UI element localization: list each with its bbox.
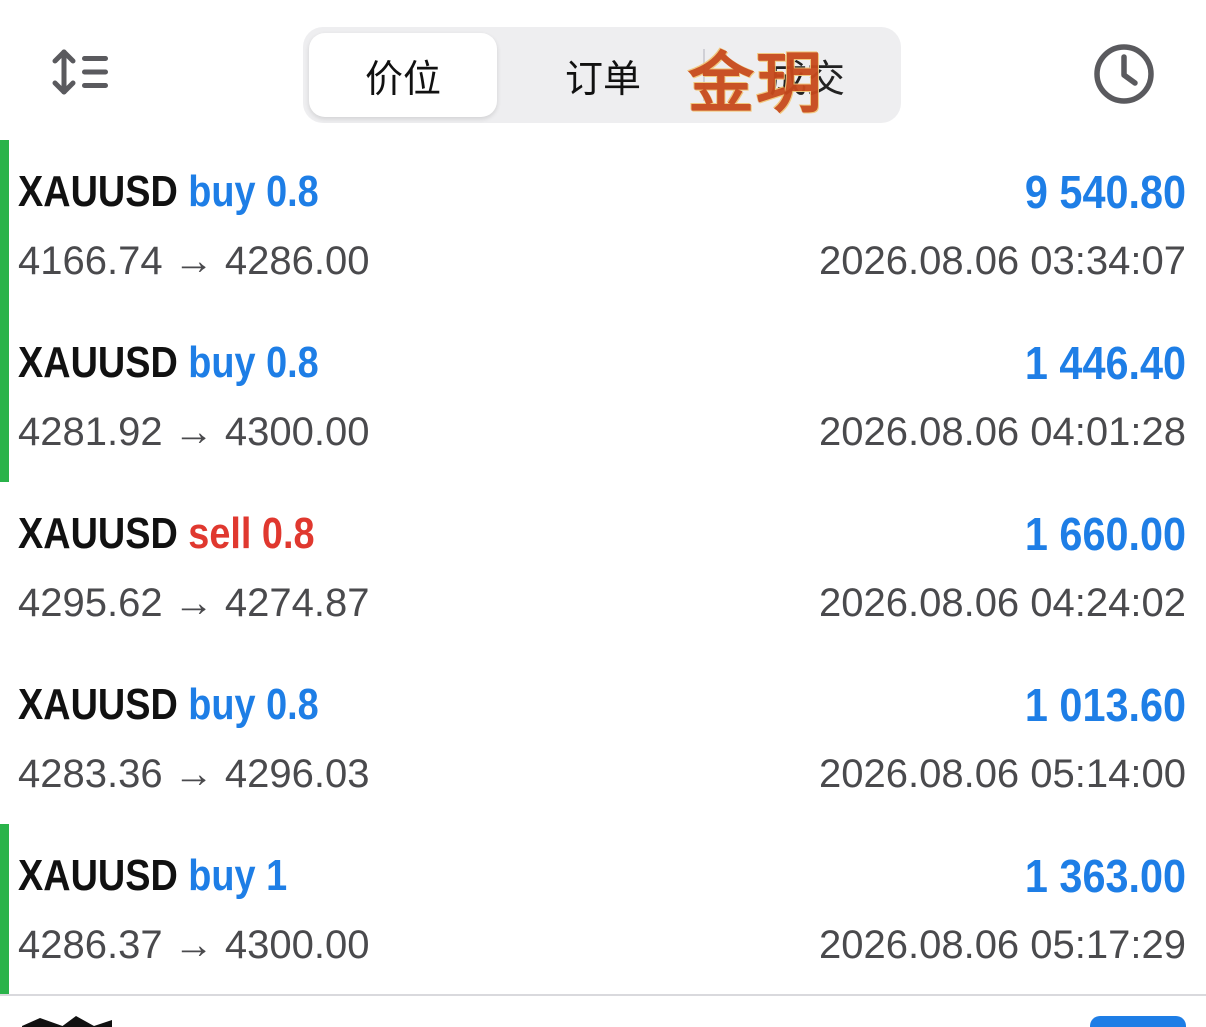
arrow-icon: → — [173, 239, 214, 283]
tab-orders[interactable]: 订单 — [523, 33, 683, 117]
deal-side-volume: buy 0.8 — [188, 338, 319, 387]
deal-indicator-bar — [0, 140, 9, 311]
deal-indicator-bar — [0, 311, 9, 482]
arrow-icon: → — [173, 581, 214, 625]
partial-row-profit — [1090, 1016, 1186, 1027]
deal-title: XAUUSD buy 0.8 — [18, 162, 319, 222]
arrow-icon: → — [173, 923, 214, 967]
deal-row[interactable]: XAUUSD buy 0.8 1 446.40 4281.92 → 4300.0… — [0, 311, 1206, 482]
deal-side-volume: sell 0.8 — [188, 509, 315, 558]
trade-history-screen: 价位 订单 成交 金玥 XAUUSD buy 0.8 9 540.80 4166… — [0, 0, 1206, 1027]
deal-indicator-bar — [0, 824, 9, 995]
deal-open-price: 4286.37 — [18, 923, 163, 967]
arrow-icon: → — [173, 410, 214, 454]
deal-profit: 1 013.60 — [1024, 679, 1186, 731]
deal-prices: 4166.74 → 4286.00 — [18, 236, 369, 286]
deal-symbol: XAUUSD — [18, 509, 178, 558]
deal-profit: 1 363.00 — [1024, 850, 1186, 902]
deal-symbol: XAUUSD — [18, 338, 178, 387]
deal-time: 2026.08.06 04:01:28 — [818, 410, 1186, 454]
deal-symbol: XAUUSD — [18, 680, 178, 729]
deal-time: 2026.08.06 04:24:02 — [818, 581, 1186, 625]
deal-time: 2026.08.06 03:34:07 — [818, 239, 1186, 283]
clock-icon — [1094, 44, 1154, 104]
deal-close-price: 4274.87 — [224, 581, 370, 625]
deal-time: 2026.08.06 05:14:00 — [818, 752, 1186, 796]
deal-prices: 4295.62 → 4274.87 — [18, 578, 369, 628]
deal-side-volume: buy 0.8 — [188, 167, 319, 216]
deal-row[interactable]: XAUUSD buy 1 1 363.00 4286.37 → 4300.00 … — [0, 824, 1206, 995]
deal-title: XAUUSD sell 0.8 — [18, 504, 315, 564]
sort-button[interactable] — [50, 46, 112, 98]
deal-symbol: XAUUSD — [18, 851, 178, 900]
deal-profit: 1 446.40 — [1024, 337, 1186, 389]
deal-time: 2026.08.06 05:17:29 — [818, 923, 1186, 967]
deal-row[interactable]: XAUUSD buy 0.8 9 540.80 4166.74 → 4286.0… — [0, 140, 1206, 311]
deal-prices: 4281.92 → 4300.00 — [18, 407, 369, 457]
deal-prices: 4286.37 → 4300.00 — [18, 920, 369, 970]
deal-row[interactable]: XAUUSD buy 0.8 1 013.60 4283.36 → 4296.0… — [0, 653, 1206, 824]
sort-icon — [52, 49, 108, 95]
deal-open-price: 4166.74 — [18, 239, 163, 283]
deal-symbol: XAUUSD — [18, 167, 178, 216]
deal-title: XAUUSD buy 1 — [18, 846, 287, 906]
deal-close-price: 4286.00 — [224, 239, 370, 283]
top-bar: 价位 订单 成交 金玥 — [0, 0, 1206, 140]
partial-row-text — [22, 1016, 112, 1027]
deal-open-price: 4281.92 — [18, 410, 163, 454]
deal-list: XAUUSD buy 0.8 9 540.80 4166.74 → 4286.0… — [0, 140, 1206, 995]
deal-close-price: 4296.03 — [224, 752, 370, 796]
history-button[interactable] — [1092, 42, 1156, 106]
deal-title: XAUUSD buy 0.8 — [18, 675, 319, 735]
deal-side-volume: buy 1 — [188, 851, 288, 900]
deal-close-price: 4300.00 — [224, 410, 370, 454]
deal-profit: 9 540.80 — [1024, 166, 1186, 218]
deal-open-price: 4295.62 — [18, 581, 163, 625]
deal-row[interactable]: XAUUSD sell 0.8 1 660.00 4295.62 → 4274.… — [0, 482, 1206, 653]
deal-open-price: 4283.36 — [18, 752, 163, 796]
arrow-icon: → — [173, 752, 214, 796]
deal-prices: 4283.36 → 4296.03 — [18, 749, 369, 799]
watermark-logo: 金玥 — [688, 45, 824, 122]
deal-side-volume: buy 0.8 — [188, 680, 319, 729]
deal-profit: 1 660.00 — [1024, 508, 1186, 560]
list-item-partial[interactable] — [0, 996, 1206, 1027]
deal-close-price: 4300.00 — [224, 923, 370, 967]
deal-title: XAUUSD buy 0.8 — [18, 333, 319, 393]
tab-positions[interactable]: 价位 — [309, 33, 497, 117]
